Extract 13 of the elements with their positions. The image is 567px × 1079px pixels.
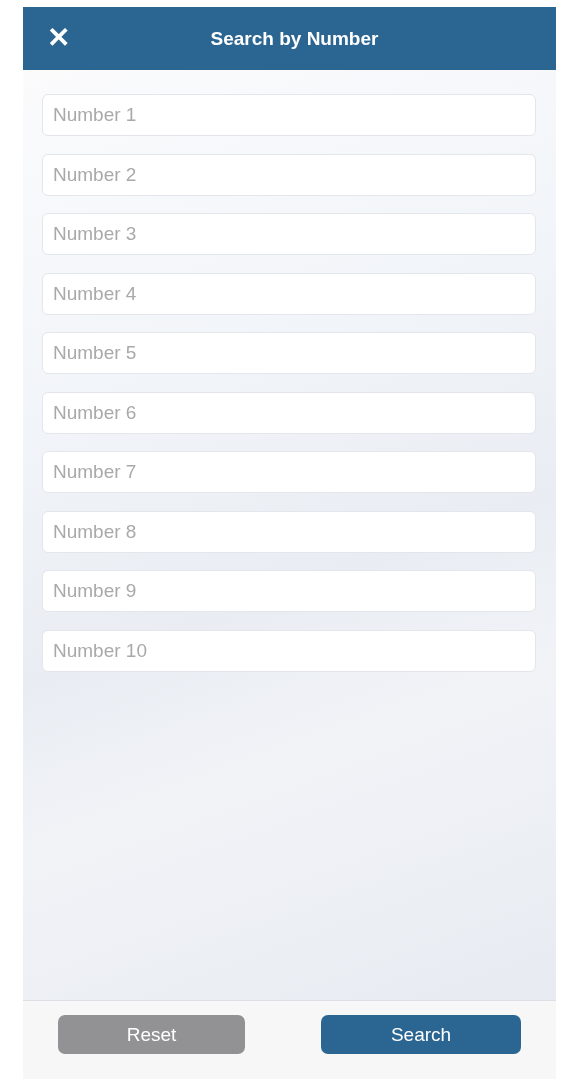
number-field[interactable]: Number 9	[42, 570, 536, 612]
number-field[interactable]: Number 2	[42, 153, 536, 196]
number-field[interactable]: Number 3	[42, 213, 536, 255]
number-field[interactable]: Number 1	[42, 94, 536, 136]
number-field[interactable]: Number 5	[42, 332, 536, 374]
number-field[interactable]: Number 7	[42, 451, 536, 493]
search-button[interactable]: Search	[321, 1015, 521, 1054]
number-field[interactable]: Number 6	[42, 391, 536, 434]
number-field[interactable]: Number 10	[42, 629, 536, 672]
window-title: Search by Number	[210, 27, 379, 50]
number-field[interactable]: Number 4	[42, 272, 536, 315]
close-button[interactable]: ✕	[47, 21, 70, 55]
number-field[interactable]: Number 8	[42, 510, 536, 553]
